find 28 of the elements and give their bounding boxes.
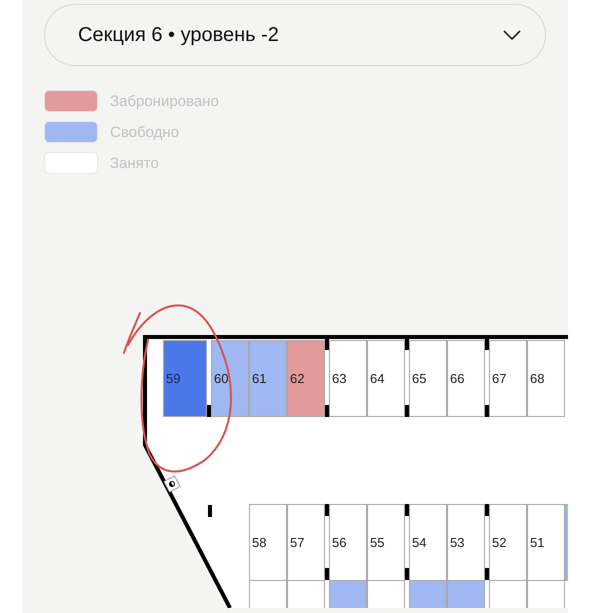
- sensor-icon: [163, 475, 181, 493]
- parking-spot[interactable]: 68: [527, 340, 565, 417]
- parking-spot[interactable]: 54: [409, 504, 447, 581]
- parking-spot[interactable]: [409, 580, 447, 608]
- parking-spot[interactable]: 63: [329, 340, 367, 417]
- parking-spot[interactable]: 64: [367, 340, 405, 417]
- parking-spot[interactable]: [447, 580, 485, 608]
- parking-spot[interactable]: 51: [527, 504, 565, 581]
- parking-spot[interactable]: 67: [489, 340, 527, 417]
- parking-spot[interactable]: 61: [249, 340, 287, 417]
- parking-spot[interactable]: [249, 580, 287, 608]
- parking-spot[interactable]: 58: [249, 504, 287, 581]
- parking-spot[interactable]: 62: [287, 340, 325, 417]
- parking-spot[interactable]: 56: [329, 504, 367, 581]
- parking-spot[interactable]: 57: [287, 504, 325, 581]
- parking-spot[interactable]: [489, 580, 527, 608]
- parking-spot[interactable]: [367, 580, 405, 608]
- parking-spot[interactable]: 52: [489, 504, 527, 581]
- chevron-down-icon: [503, 30, 521, 40]
- parking-spot[interactable]: [527, 580, 565, 608]
- level-dropdown[interactable]: Секция 6 • уровень -2: [44, 4, 546, 66]
- parking-spot[interactable]: 53: [447, 504, 485, 581]
- parking-spot[interactable]: 65: [409, 340, 447, 417]
- parking-spot[interactable]: [329, 580, 367, 608]
- parking-spot[interactable]: 60: [211, 340, 249, 417]
- parking-spot[interactable]: 55: [367, 504, 405, 581]
- parking-spot[interactable]: [287, 580, 325, 608]
- parking-spot[interactable]: 66: [447, 340, 485, 417]
